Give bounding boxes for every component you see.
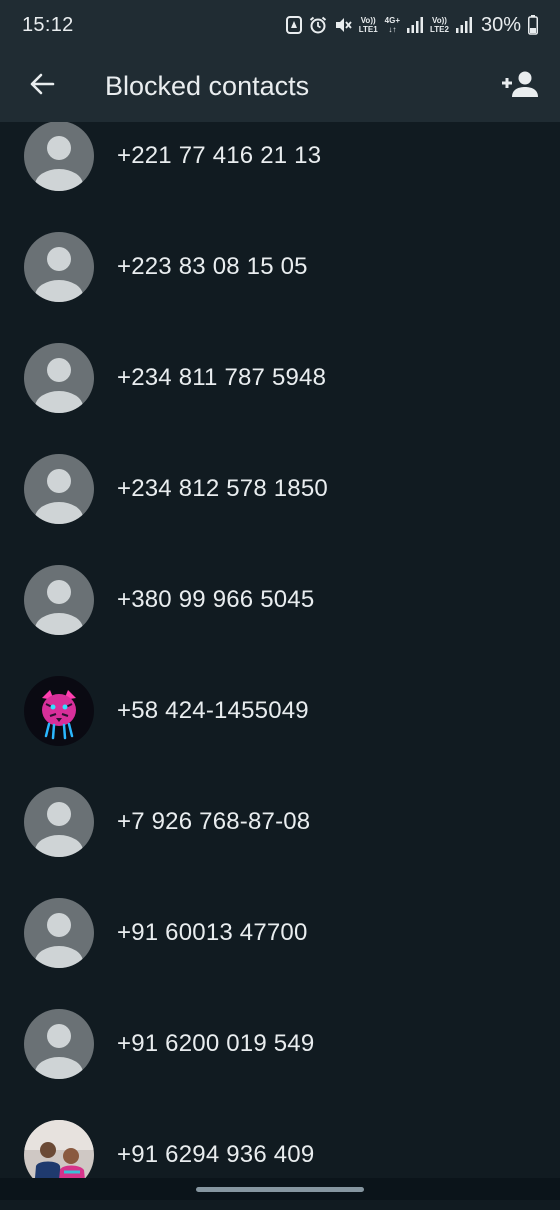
- default-avatar-icon: [24, 453, 94, 524]
- contact-phone: +91 6294 936 409: [117, 1140, 315, 1168]
- contact-phone: +7 926 768-87-08: [117, 807, 311, 835]
- back-button[interactable]: [26, 68, 58, 100]
- list-item[interactable]: +234 811 787 5948: [0, 322, 560, 433]
- contact-phone: +221 77 416 21 13: [117, 141, 322, 169]
- contact-phone: +58 424-1455049: [117, 696, 309, 724]
- default-avatar-icon: [24, 1008, 94, 1079]
- alarm-icon: [309, 16, 327, 34]
- list-item[interactable]: +380 99 966 5045: [0, 544, 560, 655]
- list-item[interactable]: +91 6200 019 549: [0, 988, 560, 1099]
- list-item[interactable]: +234 812 578 1850: [0, 433, 560, 544]
- list-item[interactable]: +7 926 768-87-08: [0, 766, 560, 877]
- list-item[interactable]: +223 83 08 15 05: [0, 211, 560, 322]
- default-avatar-icon: [24, 786, 94, 857]
- contact-phone: +223 83 08 15 05: [117, 252, 308, 280]
- default-avatar-icon: [24, 897, 94, 968]
- default-avatar-icon: [24, 231, 94, 302]
- contact-phone: +380 99 966 5045: [117, 585, 315, 613]
- page-title: Blocked contacts: [105, 71, 310, 101]
- app-bar: Blocked contacts: [0, 50, 560, 122]
- contact-phone: +234 811 787 5948: [117, 363, 327, 391]
- network-type-label: 4G+ ↓↑: [384, 16, 400, 34]
- signal-icon: [407, 17, 423, 33]
- sim2-volte-label: Vo)) LTE2: [430, 16, 449, 34]
- status-time: 15:12: [22, 13, 74, 36]
- default-avatar-icon: [24, 342, 94, 413]
- contact-phone: +91 6200 019 549: [117, 1029, 315, 1057]
- mute-icon: [334, 16, 352, 34]
- list-item[interactable]: +91 60013 47700: [0, 877, 560, 988]
- contact-phone: +234 812 578 1850: [117, 474, 328, 502]
- status-icons: Vo)) LTE1 4G+ ↓↑ Vo)) LTE2 30%: [285, 13, 538, 37]
- gesture-handle[interactable]: [196, 1187, 364, 1192]
- default-avatar-icon: [24, 120, 94, 191]
- battery-percent: 30%: [480, 13, 521, 36]
- blocked-contacts-list: +221 77 416 21 13 +223 83 08 15 05 +234 …: [0, 100, 560, 1210]
- add-person-icon: [502, 71, 538, 97]
- contact-phone: +91 60013 47700: [117, 918, 308, 946]
- sim1-volte-label: Vo)) LTE1: [358, 16, 378, 34]
- status-bar: 15:12 Vo)) LTE1 4G+ ↓↑ Vo)) LTE2 30%: [0, 0, 560, 50]
- list-item[interactable]: +58 424-1455049: [0, 655, 560, 766]
- add-blocked-contact-button[interactable]: [500, 66, 540, 102]
- battery-icon: [528, 15, 538, 35]
- tiger-avatar-image: [24, 675, 94, 746]
- signal-icon: [455, 17, 472, 33]
- arrow-left-icon: [30, 73, 55, 95]
- default-avatar-icon: [24, 564, 94, 635]
- app-notification-icon: [285, 16, 302, 34]
